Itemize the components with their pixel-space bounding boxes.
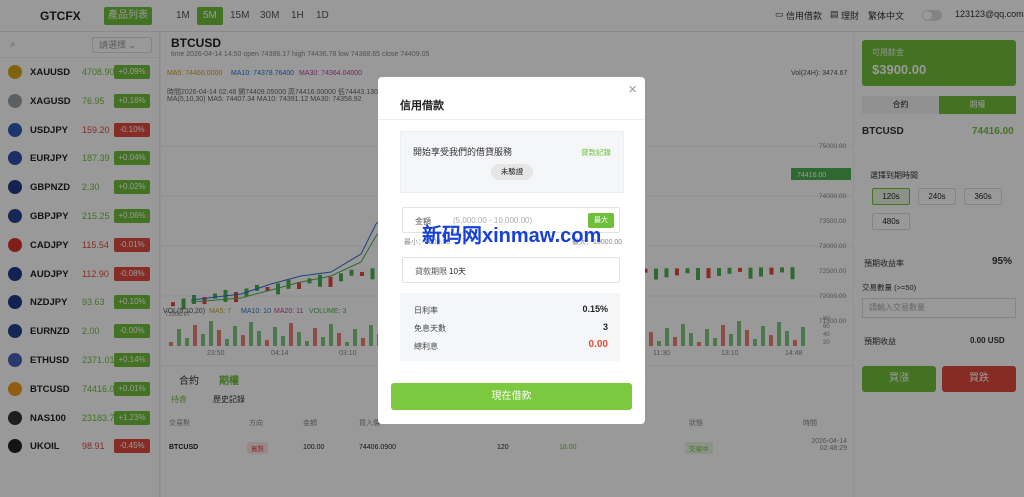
service-text: 開始享受我們的借貸服務 — [413, 147, 513, 157]
daily-rate-value: 0.15% — [582, 304, 608, 314]
term-label: 貸款期限 — [415, 267, 447, 276]
term-value: 10天 — [449, 267, 466, 276]
free-days-label: 免息天數 — [414, 324, 446, 333]
term-field[interactable]: 貸款期限 10天 — [402, 257, 620, 283]
total-interest-label: 總利息 — [414, 342, 438, 351]
free-days-value: 3 — [602, 322, 608, 332]
borrow-now-button[interactable]: 現在借款 — [391, 383, 632, 410]
verification-badge: 未驗證 — [491, 164, 533, 180]
close-icon[interactable]: ✕ — [628, 83, 637, 96]
credit-loan-modal: 信用借款 ✕ 開始享受我們的借貸服務 貸款記錄 未驗證 金額 (5,000.00… — [378, 77, 645, 424]
total-interest-value: 0.00 — [588, 339, 608, 350]
modal-title: 信用借款 — [400, 100, 444, 112]
daily-rate-label: 日利率 — [414, 306, 438, 315]
loan-record-link[interactable]: 貸款記錄 — [581, 147, 611, 158]
loan-stats: 日利率 0.15% 免息天數 3 總利息 0.00 — [400, 293, 620, 361]
modal-divider — [378, 119, 645, 120]
watermark-text: 新码网xinmaw.com — [422, 225, 602, 247]
loan-service-box: 開始享受我們的借貸服務 貸款記錄 未驗證 — [400, 131, 624, 193]
